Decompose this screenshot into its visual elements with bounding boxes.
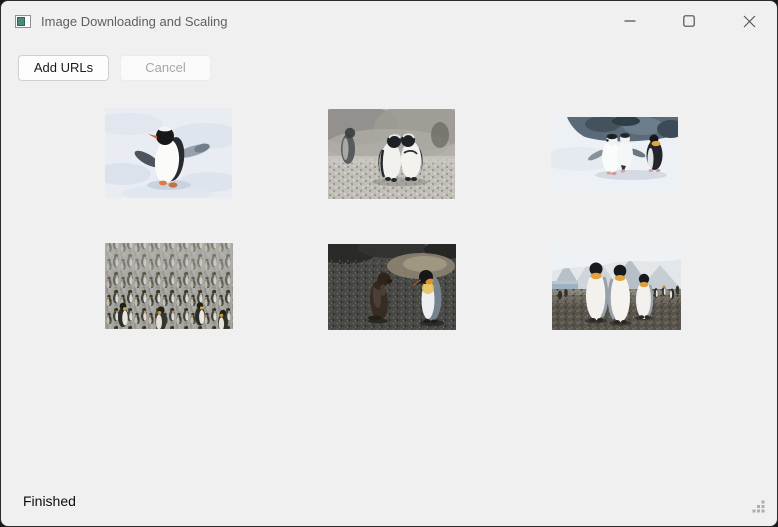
penguin-photo [328, 244, 456, 330]
window-title: Image Downloading and Scaling [41, 14, 227, 29]
close-button[interactable] [726, 2, 772, 40]
penguin-photo [105, 243, 233, 329]
thumbnail-chinstraps-snow [551, 117, 678, 193]
resize-grip-icon [752, 500, 765, 513]
cancel-button[interactable]: Cancel [120, 55, 211, 81]
penguin-photo [552, 243, 681, 330]
add-urls-button[interactable]: Add URLs [18, 55, 109, 81]
resize-grip[interactable] [752, 500, 765, 513]
thumbnail-king-colony [105, 243, 233, 329]
penguin-photo [328, 109, 455, 199]
maximize-button[interactable] [666, 2, 712, 40]
app-window: Image Downloading and Scaling Add URLs C… [0, 0, 778, 527]
thumbnail-african-penguins [328, 109, 455, 199]
app-window-icon [15, 15, 31, 28]
minimize-icon [624, 15, 636, 27]
thumbnail-kings-beach [552, 243, 681, 330]
thumbnail-gentoo-snow [105, 108, 232, 198]
minimize-button[interactable] [607, 2, 653, 40]
maximize-icon [683, 15, 695, 27]
close-icon [743, 15, 756, 28]
titlebar[interactable]: Image Downloading and Scaling [1, 1, 777, 41]
penguin-photo [105, 108, 232, 198]
thumbnail-seal-and-king [328, 244, 456, 330]
status-text: Finished [23, 493, 76, 509]
penguin-photo [551, 117, 678, 193]
